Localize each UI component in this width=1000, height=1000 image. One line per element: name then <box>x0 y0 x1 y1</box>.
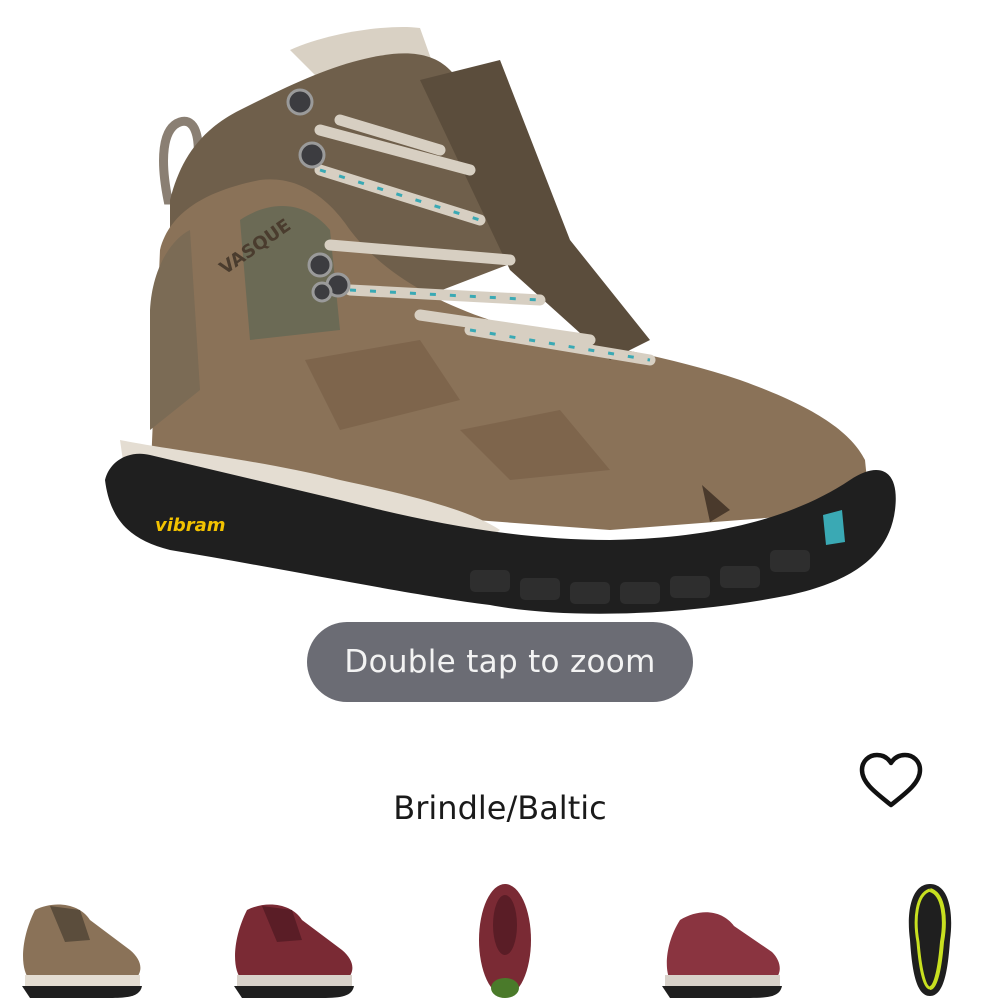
color-name-label: Brindle/Baltic <box>393 789 607 827</box>
thumbnail-strip <box>0 880 1000 1000</box>
thumb-red-top[interactable] <box>470 880 540 1000</box>
vibram-logo: vibram <box>155 515 226 536</box>
heart-outline-icon[interactable] <box>858 752 924 810</box>
zoom-hint-pill: Double tap to zoom <box>307 622 693 702</box>
thumb-red-side-2[interactable] <box>650 880 790 1000</box>
product-image[interactable]: VASQUE vibram <box>90 10 910 630</box>
thumb-red-side[interactable] <box>222 880 362 1000</box>
thumb-sole[interactable] <box>900 880 960 1000</box>
thumb-brindle-side[interactable] <box>10 880 150 1000</box>
toe-accent <box>823 510 845 545</box>
